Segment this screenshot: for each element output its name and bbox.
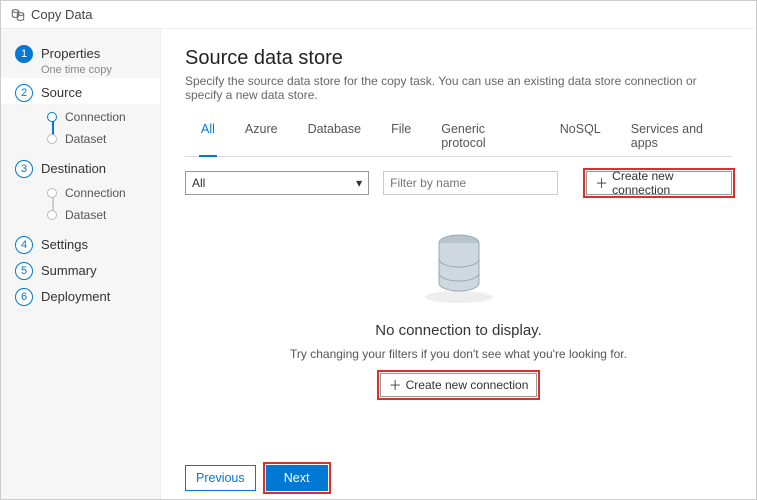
substep-dot-icon [47,188,57,198]
step-source[interactable]: 2 Source [1,78,160,104]
empty-title: No connection to display. [185,322,732,339]
plus-icon: ＋ [595,177,608,190]
create-connection-button-top[interactable]: ＋ Create new connection [586,171,732,195]
create-connection-label: Create new connection [612,169,723,197]
wizard-footer: Previous Next [185,455,732,491]
step-properties[interactable]: 1 Properties One time copy [1,39,160,78]
filter-type-select[interactable]: All ▾ [185,171,369,195]
step-sublabel: One time copy [41,64,112,76]
step-number-icon: 5 [15,262,33,280]
substep-dot-icon [47,210,57,220]
step-label: Settings [41,236,88,254]
app-title: Copy Data [31,7,92,22]
empty-state: No connection to display. Try changing y… [185,195,732,397]
chevron-down-icon: ▾ [356,176,362,190]
tab-nosql[interactable]: NoSQL [558,116,603,156]
create-connection-button-empty[interactable]: ＋ Create new connection [380,373,538,397]
plus-icon: ＋ [389,379,402,392]
step-number-icon: 2 [15,84,33,102]
step-number-icon: 6 [15,288,33,306]
filter-type-value: All [192,176,205,190]
step-summary[interactable]: 5 Summary [1,256,160,282]
step-settings[interactable]: 4 Settings [1,230,160,256]
tab-file[interactable]: File [389,116,413,156]
step-label: Destination [41,160,106,178]
titlebar: Copy Data [1,1,756,29]
database-empty-icon [414,221,504,311]
next-button[interactable]: Next [266,465,328,491]
substep-destination-dataset[interactable]: Dataset [47,204,160,226]
tab-generic-protocol[interactable]: Generic protocol [439,116,532,156]
substep-destination-connection[interactable]: Connection [47,182,160,204]
create-connection-label: Create new connection [406,378,529,392]
step-number-icon: 4 [15,236,33,254]
substep-label: Dataset [65,208,106,222]
empty-description: Try changing your filters if you don't s… [185,347,732,361]
tab-database[interactable]: Database [306,116,364,156]
copy-data-icon [11,8,25,22]
tab-services-apps[interactable]: Services and apps [629,116,732,156]
step-destination-substeps: Connection Dataset [47,180,160,230]
main-content: Source data store Specify the source dat… [161,29,756,499]
page-description: Specify the source data store for the co… [185,74,732,102]
substep-label: Connection [65,186,126,200]
step-deployment[interactable]: 6 Deployment [1,282,160,308]
page-title: Source data store [185,47,732,70]
step-number-icon: 3 [15,160,33,178]
source-type-tabs: All Azure Database File Generic protocol… [185,116,732,157]
filter-name-input[interactable] [383,171,558,195]
step-label: Source [41,84,82,102]
step-label: Summary [41,262,97,280]
substep-label: Dataset [65,132,106,146]
step-label: Properties [41,45,112,63]
step-destination[interactable]: 3 Destination [1,154,160,180]
step-number-icon: 1 [15,45,33,63]
substep-label: Connection [65,110,126,124]
substep-dot-icon [47,112,57,122]
tab-all[interactable]: All [199,116,217,157]
step-label: Deployment [41,288,110,306]
tab-azure[interactable]: Azure [243,116,280,156]
substep-dot-icon [47,134,57,144]
substep-source-dataset[interactable]: Dataset [47,128,160,150]
substep-source-connection[interactable]: Connection [47,106,160,128]
previous-button[interactable]: Previous [185,465,256,491]
step-source-substeps: Connection Dataset [47,104,160,154]
wizard-sidebar: 1 Properties One time copy 2 Source Conn… [1,29,161,499]
